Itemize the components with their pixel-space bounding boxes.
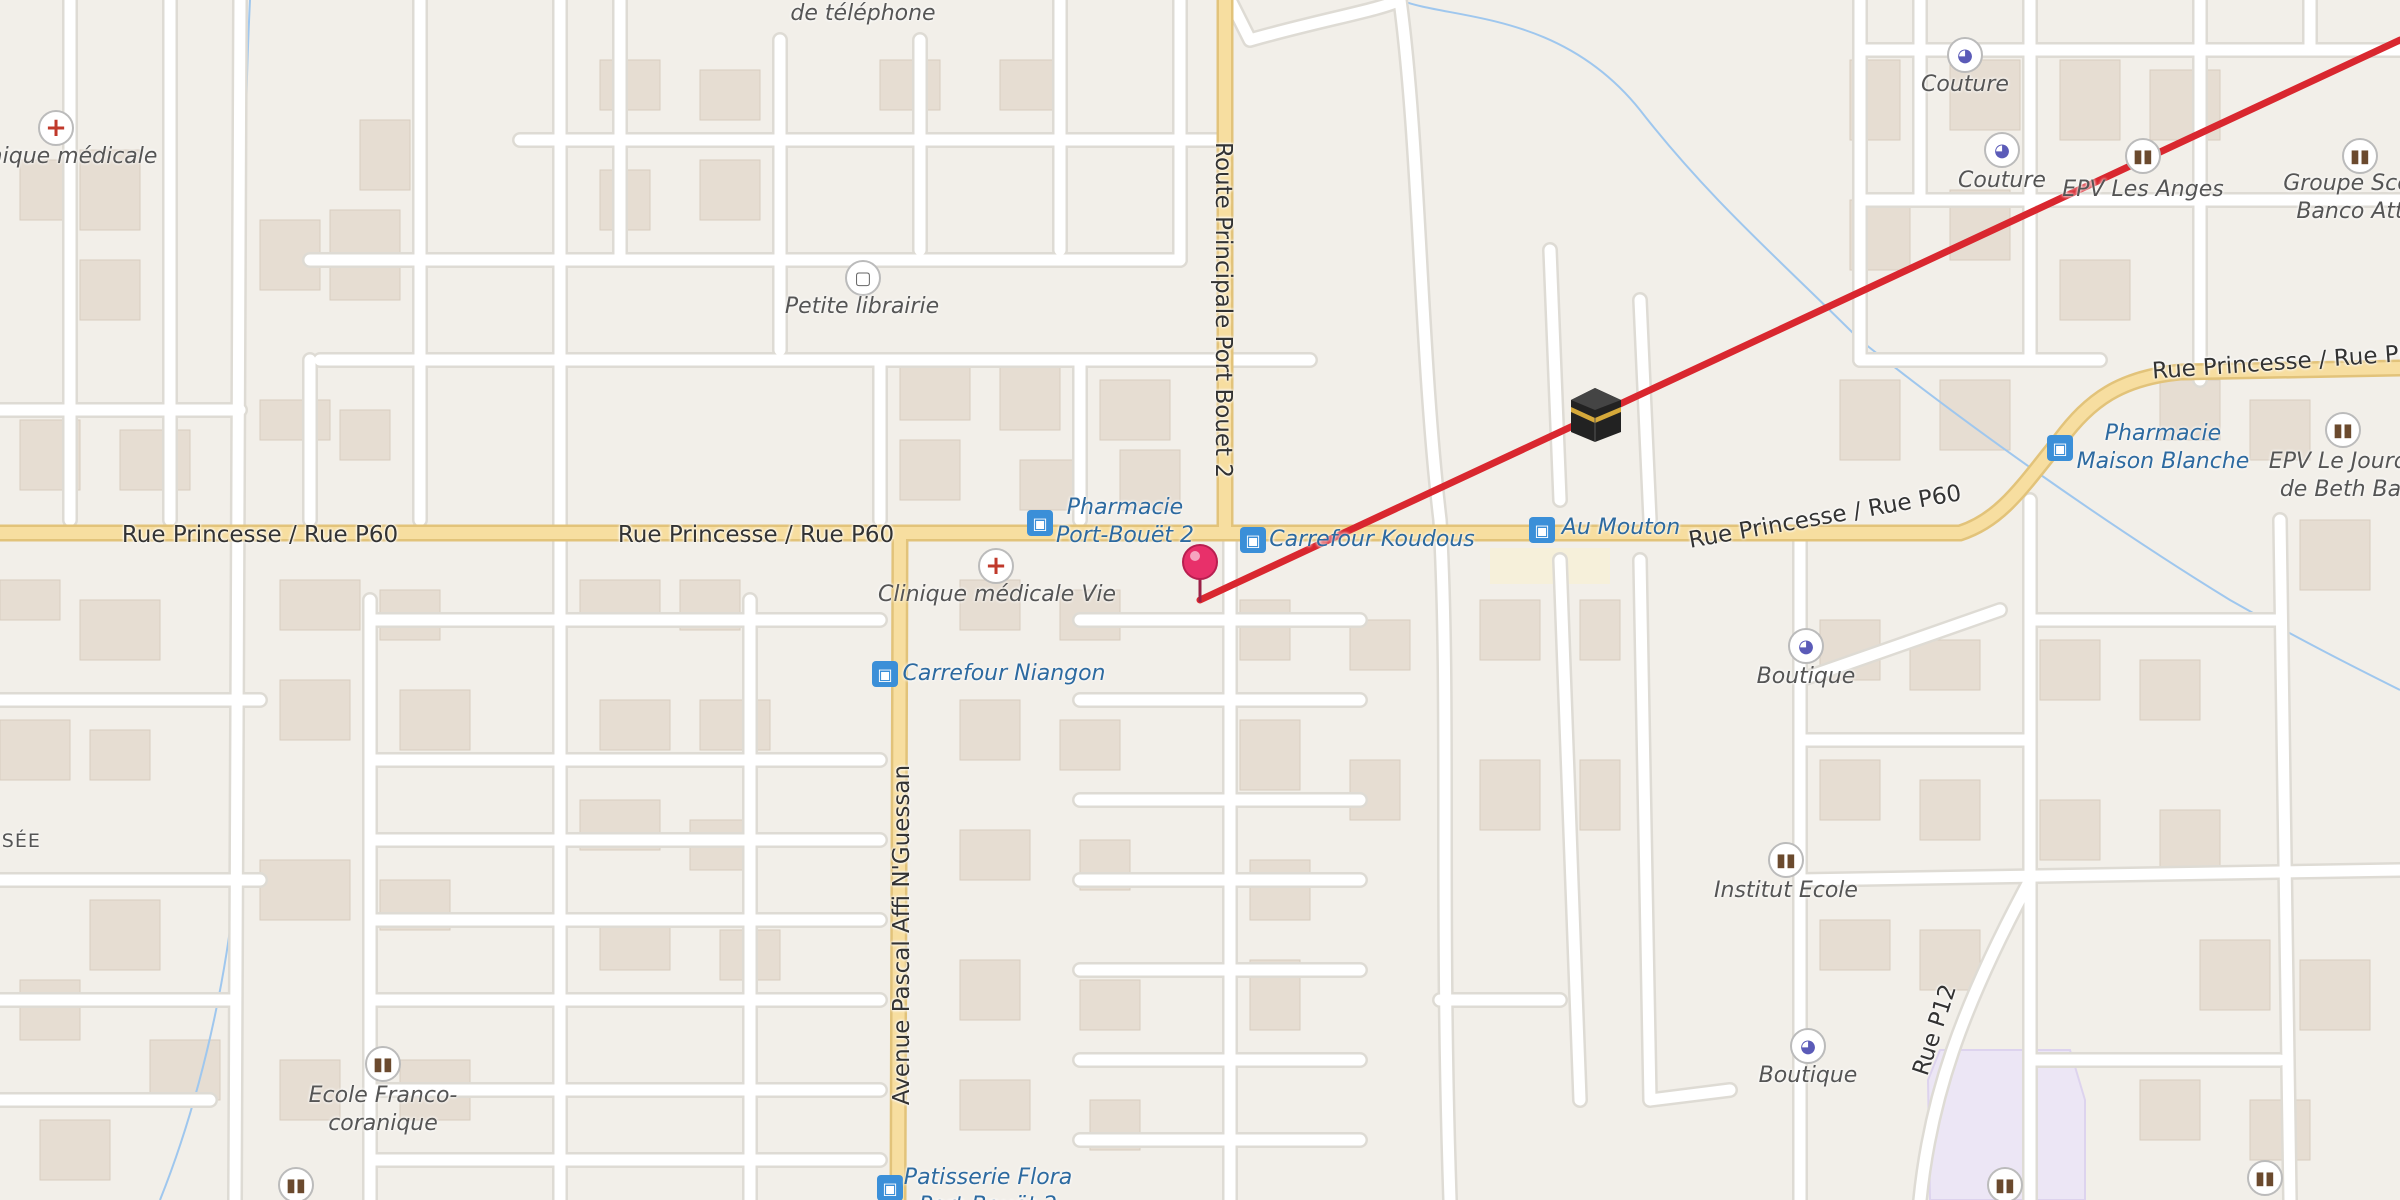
kaaba-icon — [1571, 388, 1621, 442]
poi-label-boutique-2: Boutique — [1758, 1063, 1858, 1088]
road-label-rue-princesse-west: Rue Princesse / Rue P60 — [121, 522, 399, 548]
bus-stop-icon[interactable]: ▣ — [877, 1175, 903, 1200]
school-icon[interactable]: ▮▮ — [2247, 1160, 2283, 1196]
poi-label-epv-les-anges: EPV Les Anges — [2062, 177, 2224, 202]
poi-label-groupe-scolaire: Groupe Scol Banco Att — [2283, 171, 2400, 224]
school-icon[interactable]: ▮▮ — [2342, 138, 2378, 174]
poi-label-epv-le-jourdain: EPV Le Jourda de Beth Bar — [2268, 449, 2400, 502]
poi-label-couture-1: Couture — [1921, 72, 2009, 97]
poi-label-isee-fragment: ISÉE — [0, 830, 41, 852]
map-canvas[interactable]: Rue Princesse / Rue P60 Rue Princesse / … — [0, 0, 2400, 1200]
poi-label-carrefour-koudous: Carrefour Koudous — [1269, 527, 1475, 552]
shop-icon[interactable]: ◕ — [1947, 37, 1983, 73]
school-icon[interactable]: ▮▮ — [278, 1167, 314, 1200]
road-label-route-principale: Route Principale Port Bouet 2 — [1210, 142, 1236, 478]
poi-label-petite-librairie: Petite librairie — [784, 294, 940, 319]
bus-stop-icon[interactable]: ▣ — [872, 661, 898, 687]
poi-label-telephone: de téléphone — [790, 1, 936, 26]
bus-stop-icon[interactable]: ▣ — [2047, 435, 2073, 461]
clinic-icon[interactable]: + — [38, 110, 74, 146]
book-icon[interactable]: ▢ — [845, 260, 881, 296]
poi-label-carrefour-niangon: Carrefour Niangon — [902, 661, 1106, 686]
poi-label-pharmacie-maison-blanche: Pharmacie Maison Blanche — [2076, 421, 2250, 474]
road-label-avenue-pascal: Avenue Pascal Affi N'Guessan — [889, 764, 915, 1106]
school-icon[interactable]: ▮▮ — [2325, 412, 2361, 448]
poi-label-institut-ecole: Institut Ecole — [1714, 878, 1858, 903]
poi-label-couture-2: Couture — [1958, 168, 2046, 193]
poi-label-pharmacie-port-bouet: Pharmacie Port-Bouët 2 — [1056, 495, 1194, 548]
bus-stop-icon[interactable]: ▣ — [1529, 517, 1555, 543]
school-icon[interactable]: ▮▮ — [365, 1046, 401, 1082]
school-icon[interactable]: ▮▮ — [2125, 138, 2161, 174]
school-icon[interactable]: ▮▮ — [1768, 842, 1804, 878]
bus-stop-icon[interactable]: ▣ — [1240, 527, 1266, 553]
road-label-rue-princesse-center: Rue Princesse / Rue P60 — [617, 522, 895, 548]
clinic-icon[interactable]: + — [978, 548, 1014, 584]
poi-label-patisserie-flora: Patisserie Flora Port-Bouët 2 — [903, 1165, 1073, 1200]
poi-label-au-mouton: Au Mouton — [1561, 515, 1681, 540]
shop-icon[interactable]: ◕ — [1984, 132, 2020, 168]
school-icon[interactable]: ▮▮ — [1987, 1167, 2023, 1200]
shop-icon[interactable]: ◕ — [1788, 628, 1824, 664]
shop-icon[interactable]: ◕ — [1790, 1028, 1826, 1064]
poi-label-boutique-1: Boutique — [1756, 664, 1856, 689]
bus-stop-icon[interactable]: ▣ — [1027, 510, 1053, 536]
landuse-strip — [1490, 548, 1610, 584]
poi-label-ecole-franco-coranique: Ecole Franco- coranique — [308, 1083, 458, 1136]
poi-label-clinique-vie: Clinique médicale Vie — [877, 582, 1117, 607]
poi-label-clinique-medicale: inique médicale — [0, 144, 158, 169]
